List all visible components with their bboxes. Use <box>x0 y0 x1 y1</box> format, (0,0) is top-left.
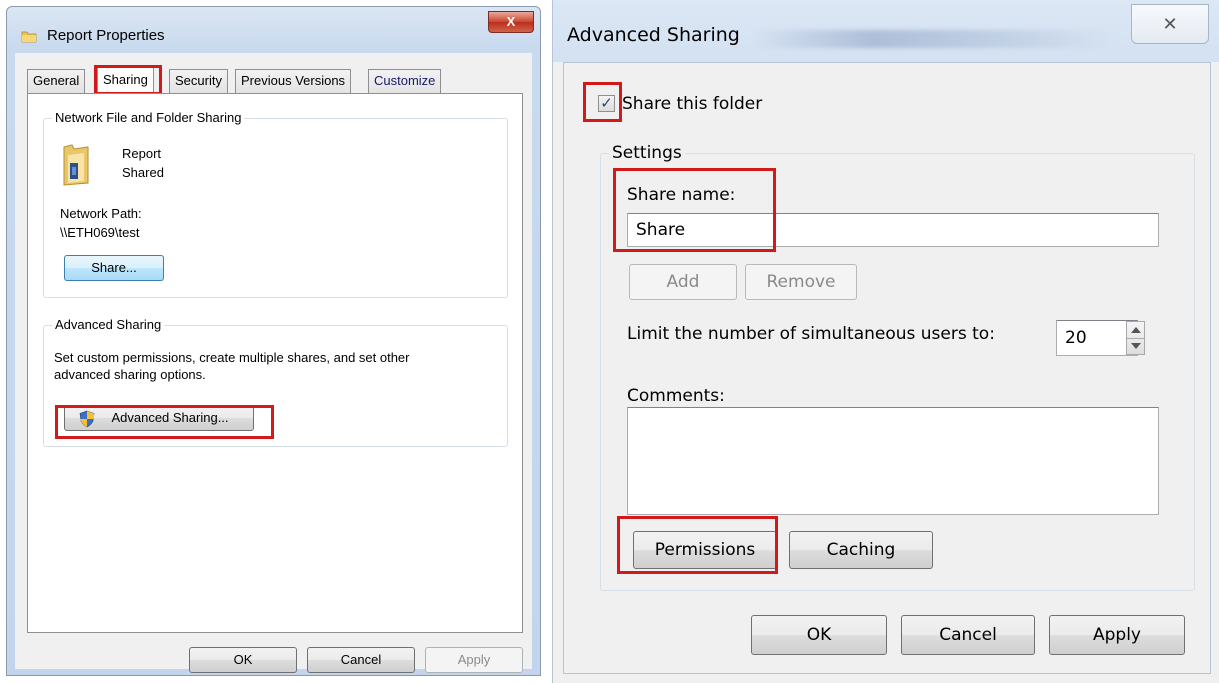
comments-textarea[interactable] <box>627 407 1159 515</box>
ok-button[interactable]: OK <box>189 647 297 673</box>
dialog-title: Advanced Sharing <box>567 24 740 46</box>
advanced-sharing-group: Advanced Sharing Set custom permissions,… <box>43 317 508 447</box>
dialog-body: ✓ Share this folder Settings Share name:… <box>563 62 1211 674</box>
comments-label: Comments: <box>627 386 725 406</box>
title-bar: Advanced Sharing ✕ <box>553 0 1219 62</box>
ok-button[interactable]: OK <box>751 615 887 655</box>
blurred-background-tabs <box>753 30 1113 48</box>
dialog-title: Report Properties <box>47 27 165 44</box>
dialog-body: General Sharing Security Previous Versio… <box>15 53 532 673</box>
share-name-label: Share name: <box>627 185 736 205</box>
network-path-value: \\ETH069\test <box>60 225 140 240</box>
tab-previous-versions[interactable]: Previous Versions <box>235 69 352 93</box>
report-properties-dialog: Report Properties X General Sharing Secu… <box>6 6 541 676</box>
tab-general[interactable]: General <box>27 69 86 93</box>
uac-shield-icon <box>79 410 95 428</box>
share-folder-label: Share this folder <box>622 94 763 114</box>
user-limit-value: 20 <box>1065 328 1087 348</box>
network-sharing-group: Network File and Folder Sharing Report S… <box>43 110 508 298</box>
user-limit-spinner[interactable] <box>1126 321 1145 355</box>
advanced-sharing-description-1: Set custom permissions, create multiple … <box>54 350 410 365</box>
advanced-sharing-button-label: Advanced Sharing... <box>111 410 229 425</box>
share-button[interactable]: Share... <box>64 255 164 281</box>
spin-down-icon[interactable] <box>1131 343 1141 349</box>
advanced-sharing-button[interactable]: Advanced Sharing... <box>64 405 254 431</box>
tab-security[interactable]: Security <box>169 69 228 93</box>
apply-button[interactable]: Apply <box>1049 615 1185 655</box>
shared-folder-icon <box>63 144 89 186</box>
title-bar: Report Properties X <box>7 7 540 53</box>
settings-group: Settings Share name: Share Add Remove Li… <box>600 143 1195 591</box>
folder-status: Shared <box>122 165 164 180</box>
network-sharing-legend: Network File and Folder Sharing <box>52 110 245 125</box>
sharing-panel: Network File and Folder Sharing Report S… <box>27 93 523 633</box>
advanced-sharing-description-2: advanced sharing options. <box>54 367 206 382</box>
advanced-sharing-legend: Advanced Sharing <box>52 317 165 332</box>
sharing-options: ✓ Share this folder Settings Share name:… <box>576 63 1200 611</box>
settings-legend: Settings <box>609 143 685 163</box>
permissions-button[interactable]: Permissions <box>633 531 777 569</box>
folder-name: Report <box>122 146 162 161</box>
caching-button[interactable]: Caching <box>789 531 933 569</box>
spin-up-icon[interactable] <box>1131 327 1141 333</box>
network-path-label: Network Path: <box>60 206 142 221</box>
cancel-button[interactable]: Cancel <box>901 615 1035 655</box>
apply-button[interactable]: Apply <box>425 647 523 673</box>
advanced-sharing-dialog: Advanced Sharing ✕ ✓ Share this folder S… <box>552 0 1219 683</box>
close-button[interactable]: X <box>488 11 534 33</box>
remove-button[interactable]: Remove <box>745 264 857 300</box>
share-name-input[interactable]: Share <box>627 213 1159 247</box>
add-button[interactable]: Add <box>629 264 737 300</box>
close-button[interactable]: ✕ <box>1131 4 1209 44</box>
share-folder-checkbox[interactable]: ✓ <box>598 95 615 112</box>
cancel-button[interactable]: Cancel <box>307 647 415 673</box>
user-limit-label: Limit the number of simultaneous users t… <box>627 324 995 344</box>
tab-sharing[interactable]: Sharing <box>97 66 154 94</box>
folder-icon <box>21 31 37 43</box>
tab-customize[interactable]: Customize <box>368 69 442 93</box>
